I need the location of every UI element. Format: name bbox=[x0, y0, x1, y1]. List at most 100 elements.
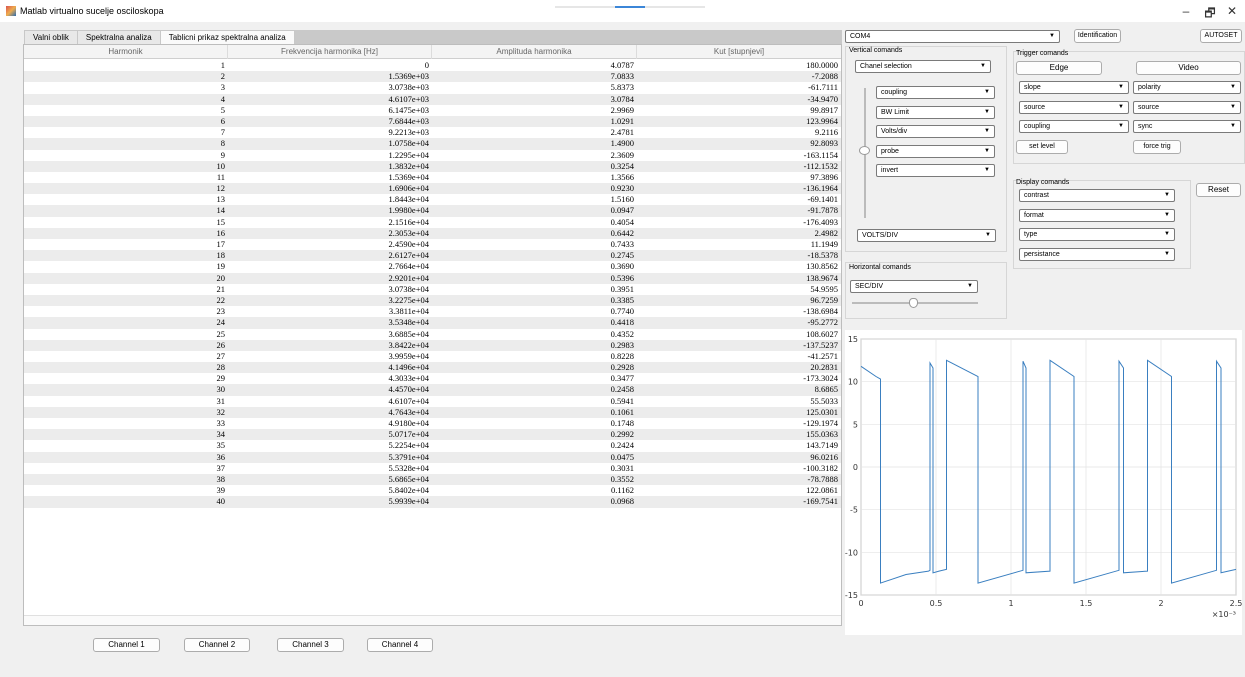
chevron-down-icon: ▼ bbox=[984, 89, 990, 95]
table-row[interactable]: 35 5.2254e+04 0.2424 143.7149 bbox=[24, 440, 841, 451]
cell-angle: -95.2772 bbox=[807, 317, 838, 328]
identification-button[interactable]: Identification bbox=[1074, 29, 1121, 43]
channel-4-button[interactable]: Channel 4 bbox=[367, 638, 433, 652]
table-row[interactable]: 19 2.7664e+04 0.3690 130.8562 bbox=[24, 261, 841, 272]
header-frequency[interactable]: Frekvencija harmonika [Hz] bbox=[228, 45, 432, 59]
channel-selection-select[interactable]: Chanel selection ▼ bbox=[855, 60, 991, 73]
table-row[interactable]: 31 4.6107e+04 0.5941 55.5033 bbox=[24, 396, 841, 407]
slope-select[interactable]: slope ▼ bbox=[1019, 81, 1129, 94]
cell-frequency: 4.4570e+04 bbox=[388, 384, 429, 395]
channel-2-button[interactable]: Channel 2 bbox=[184, 638, 250, 652]
channel-3-button[interactable]: Channel 3 bbox=[277, 638, 344, 652]
table-row[interactable]: 37 5.5328e+04 0.3031 -100.3182 bbox=[24, 463, 841, 474]
table-row[interactable]: 18 2.6127e+04 0.2745 -18.5378 bbox=[24, 250, 841, 262]
cell-amplitude: 3.0784 bbox=[610, 93, 634, 104]
maximize-icon[interactable]: 🗗 bbox=[1200, 4, 1220, 25]
cell-harmonic: 37 bbox=[216, 462, 226, 473]
table-row[interactable]: 27 3.9959e+04 0.8228 -41.2571 bbox=[24, 351, 841, 362]
autoset-button[interactable]: AUTOSET bbox=[1200, 29, 1242, 43]
table-row[interactable]: 21 3.0738e+04 0.3951 54.9595 bbox=[24, 284, 841, 295]
table-row[interactable]: 11 1.5369e+04 1.3566 97.3896 bbox=[24, 172, 841, 183]
polarity-select[interactable]: polarity ▼ bbox=[1133, 81, 1241, 94]
table-row[interactable]: 28 4.1496e+04 0.2928 20.2831 bbox=[24, 362, 841, 374]
cell-amplitude: 1.5160 bbox=[610, 194, 634, 205]
sec-div-select[interactable]: SEC/DIV ▼ bbox=[850, 280, 978, 293]
tab-waveform[interactable]: Valni oblik bbox=[24, 30, 78, 44]
table-row[interactable]: 23 3.3811e+04 0.7740 -138.6984 bbox=[24, 306, 841, 317]
cell-amplitude: 1.3566 bbox=[610, 171, 634, 182]
probe-select[interactable]: probe ▼ bbox=[876, 145, 995, 158]
table-row[interactable]: 5 6.1475e+03 2.9969 99.8917 bbox=[24, 105, 841, 116]
table-row[interactable]: 9 1.2295e+04 2.3609 -163.1154 bbox=[24, 150, 841, 161]
table-row[interactable]: 6 7.6844e+03 1.0291 123.9964 bbox=[24, 115, 841, 128]
trigger-source-select[interactable]: source ▼ bbox=[1019, 101, 1129, 114]
table-row[interactable]: 32 4.7643e+04 0.1061 125.0301 bbox=[24, 406, 841, 418]
time-scale-slider-thumb[interactable] bbox=[909, 298, 918, 308]
invert-select[interactable]: invert ▼ bbox=[876, 164, 995, 177]
type-select[interactable]: type ▼ bbox=[1019, 228, 1175, 241]
cell-amplitude: 0.9230 bbox=[610, 183, 634, 194]
video-trigger-button[interactable]: Video bbox=[1136, 61, 1241, 75]
table-row[interactable]: 15 2.1516e+04 0.4054 -176.4093 bbox=[24, 217, 841, 228]
cell-amplitude: 0.3031 bbox=[610, 462, 634, 473]
table-row[interactable]: 26 3.8422e+04 0.2983 -137.5237 bbox=[24, 339, 841, 351]
table-row[interactable]: 34 5.0717e+04 0.2992 155.0363 bbox=[24, 429, 841, 441]
trigger-source-2-select[interactable]: source ▼ bbox=[1133, 101, 1241, 114]
vertical-scale-slider-thumb[interactable] bbox=[859, 146, 870, 155]
table-row[interactable]: 22 3.2275e+04 0.3385 96.7259 bbox=[24, 294, 841, 307]
cell-harmonic: 12 bbox=[216, 183, 226, 194]
header-harmonic[interactable]: Harmonik bbox=[24, 45, 228, 59]
table-row[interactable]: 30 4.4570e+04 0.2458 8.6865 bbox=[24, 384, 841, 396]
table-row[interactable]: 20 2.9201e+04 0.5396 138.9674 bbox=[24, 272, 841, 284]
table-row[interactable]: 33 4.9180e+04 0.1748 -129.1974 bbox=[24, 418, 841, 429]
cell-angle: 8.6865 bbox=[814, 384, 838, 395]
cell-frequency: 4.6107e+04 bbox=[388, 395, 429, 406]
cell-angle: 54.9595 bbox=[810, 283, 838, 294]
table-row[interactable]: 3 3.0738e+03 5.8373 -61.7111 bbox=[24, 82, 841, 93]
cell-angle: 138.9674 bbox=[806, 272, 838, 283]
trigger-coupling-select[interactable]: coupling ▼ bbox=[1019, 120, 1129, 133]
force-trig-button[interactable]: force trig bbox=[1133, 140, 1181, 154]
close-icon[interactable]: ✕ bbox=[1222, 4, 1242, 18]
table-row[interactable]: 17 2.4590e+04 0.7433 11.1949 bbox=[24, 239, 841, 250]
set-level-button[interactable]: set level bbox=[1016, 140, 1068, 154]
cell-angle: 96.0216 bbox=[810, 451, 838, 462]
table-row[interactable]: 8 1.0758e+04 1.4900 92.8093 bbox=[24, 138, 841, 150]
volts-div-select[interactable]: Volts/div ▼ bbox=[876, 125, 995, 138]
table-row[interactable]: 7 9.2213e+03 2.4781 9.2116 bbox=[24, 127, 841, 138]
sync-select[interactable]: sync ▼ bbox=[1133, 120, 1241, 133]
table-row[interactable]: 40 5.9939e+04 0.0968 -169.7541 bbox=[24, 496, 841, 508]
table-row[interactable]: 38 5.6865e+04 0.3552 -78.7888 bbox=[24, 473, 841, 486]
table-row[interactable]: 16 2.3053e+04 0.6442 2.4982 bbox=[24, 227, 841, 239]
bw-limit-select[interactable]: BW Limit ▼ bbox=[876, 106, 995, 119]
persistance-select[interactable]: persistance ▼ bbox=[1019, 248, 1175, 261]
format-select[interactable]: format ▼ bbox=[1019, 209, 1175, 222]
table-row[interactable]: 13 1.8443e+04 1.5160 -69.1401 bbox=[24, 194, 841, 205]
header-angle[interactable]: Kut [stupnjevi] bbox=[637, 45, 841, 59]
header-amplitude[interactable]: Amplituda harmonika bbox=[432, 45, 637, 59]
com-port-select[interactable]: COM4 ▼ bbox=[845, 30, 1060, 43]
contrast-select[interactable]: contrast ▼ bbox=[1019, 189, 1175, 202]
table-row[interactable]: 24 3.5348e+04 0.4418 -95.2772 bbox=[24, 317, 841, 329]
table-row[interactable]: 14 1.9980e+04 0.0947 -91.7878 bbox=[24, 205, 841, 217]
table-row[interactable]: 12 1.6906e+04 0.9230 -136.1964 bbox=[24, 183, 841, 195]
table-row[interactable]: 2 1.5369e+03 7.0833 -7.2088 bbox=[24, 71, 841, 83]
volts-div-scale-select[interactable]: VOLTS/DIV ▼ bbox=[857, 229, 996, 242]
cell-angle: 92.8093 bbox=[810, 138, 838, 149]
table-row[interactable]: 10 1.3832e+04 0.3254 -112.1532 bbox=[24, 160, 841, 172]
edge-trigger-button[interactable]: Edge bbox=[1016, 61, 1102, 75]
table-row[interactable]: 29 4.3033e+04 0.3477 -173.3024 bbox=[24, 373, 841, 384]
table-row[interactable]: 25 3.6885e+04 0.4352 108.6027 bbox=[24, 329, 841, 340]
tab-spectral-table[interactable]: Tablicni prikaz spektralna analiza bbox=[159, 30, 295, 44]
table-row[interactable]: 36 5.3791e+04 0.0475 96.0216 bbox=[24, 451, 841, 463]
reset-button[interactable]: Reset bbox=[1196, 183, 1241, 197]
table-row[interactable]: 1 0 4.0787 180.0000 bbox=[24, 60, 841, 71]
channel-1-button[interactable]: Channel 1 bbox=[93, 638, 160, 652]
minimize-icon[interactable]: – bbox=[1176, 4, 1196, 18]
tab-spectral-analysis[interactable]: Spektralna analiza bbox=[76, 30, 161, 44]
coupling-select[interactable]: coupling ▼ bbox=[876, 86, 995, 99]
table-row[interactable]: 39 5.8402e+04 0.1162 122.0861 bbox=[24, 485, 841, 496]
cell-angle: -34.9470 bbox=[807, 93, 838, 104]
table-row[interactable]: 4 4.6107e+03 3.0784 -34.9470 bbox=[24, 93, 841, 105]
horizontal-scrollbar[interactable] bbox=[24, 615, 841, 625]
